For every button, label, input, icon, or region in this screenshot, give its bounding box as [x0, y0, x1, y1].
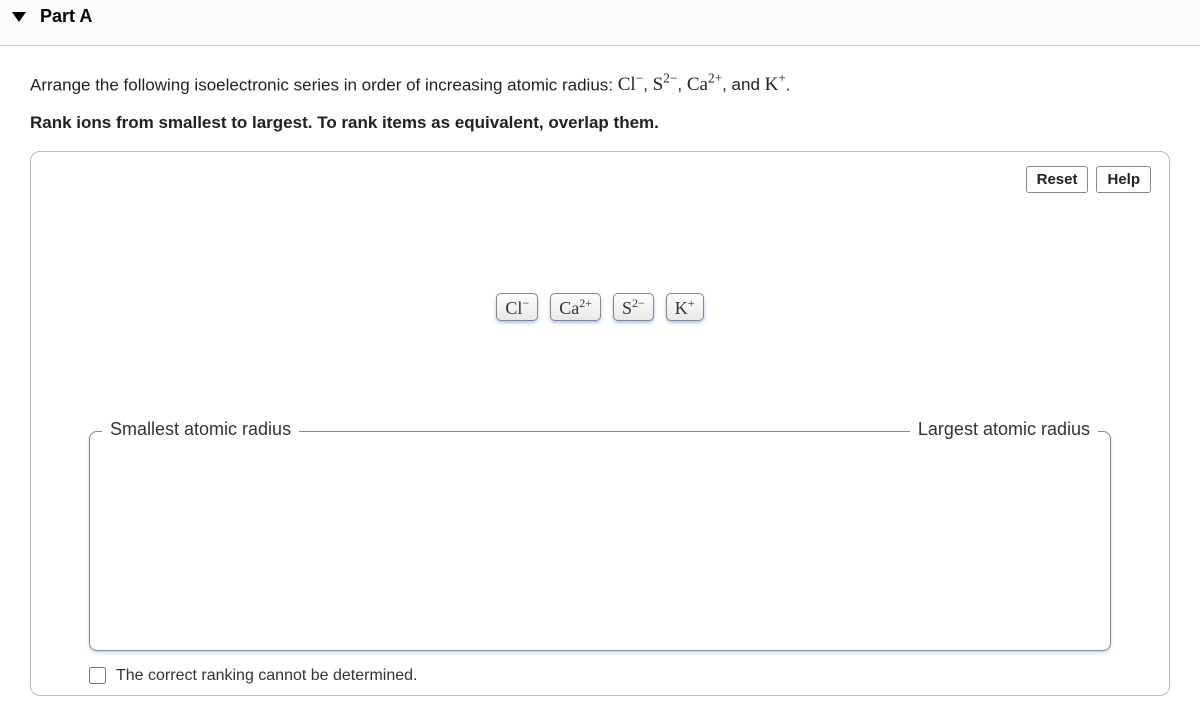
part-title: Part A [40, 6, 92, 27]
prompt-text: Arrange the following isoelectronic seri… [30, 70, 1170, 99]
ion-chip[interactable]: Ca2+ [550, 293, 601, 321]
prompt-ion: S2− [653, 74, 678, 95]
cannot-determine-checkbox[interactable] [89, 667, 106, 684]
content-area: Arrange the following isoelectronic seri… [0, 46, 1200, 720]
prompt-terminator: . [786, 75, 791, 94]
prompt-ion: Cl− [618, 74, 643, 95]
ranking-widget: Reset Help Cl− Ca2+ S2− K+ Smallest atomic … [30, 151, 1170, 696]
chips-pool: Cl− Ca2+ S2− K+ [49, 293, 1151, 321]
zone-label-largest: Largest atomic radius [910, 419, 1098, 440]
ranking-drop-zone[interactable]: Smallest atomic radius Largest atomic ra… [89, 431, 1111, 651]
cannot-determine-row: The correct ranking cannot be determined… [89, 667, 1151, 685]
ion-chip[interactable]: K+ [666, 293, 704, 321]
part-header: Part A [0, 0, 1200, 46]
collapse-triangle-icon[interactable] [12, 12, 26, 22]
help-button[interactable]: Help [1096, 166, 1151, 193]
ranking-instruction: Rank ions from smallest to largest. To r… [30, 113, 1170, 133]
prompt-ion: Ca2+ [687, 74, 722, 95]
widget-toolbar: Reset Help [49, 166, 1151, 193]
reset-button[interactable]: Reset [1026, 166, 1089, 193]
ion-chip[interactable]: S2− [613, 293, 654, 321]
zone-label-smallest: Smallest atomic radius [102, 419, 299, 440]
ion-chip[interactable]: Cl− [496, 293, 538, 321]
cannot-determine-label: The correct ranking cannot be determined… [116, 667, 418, 685]
prompt-leadin: Arrange the following isoelectronic seri… [30, 75, 618, 94]
prompt-ion: K+ [765, 74, 786, 95]
